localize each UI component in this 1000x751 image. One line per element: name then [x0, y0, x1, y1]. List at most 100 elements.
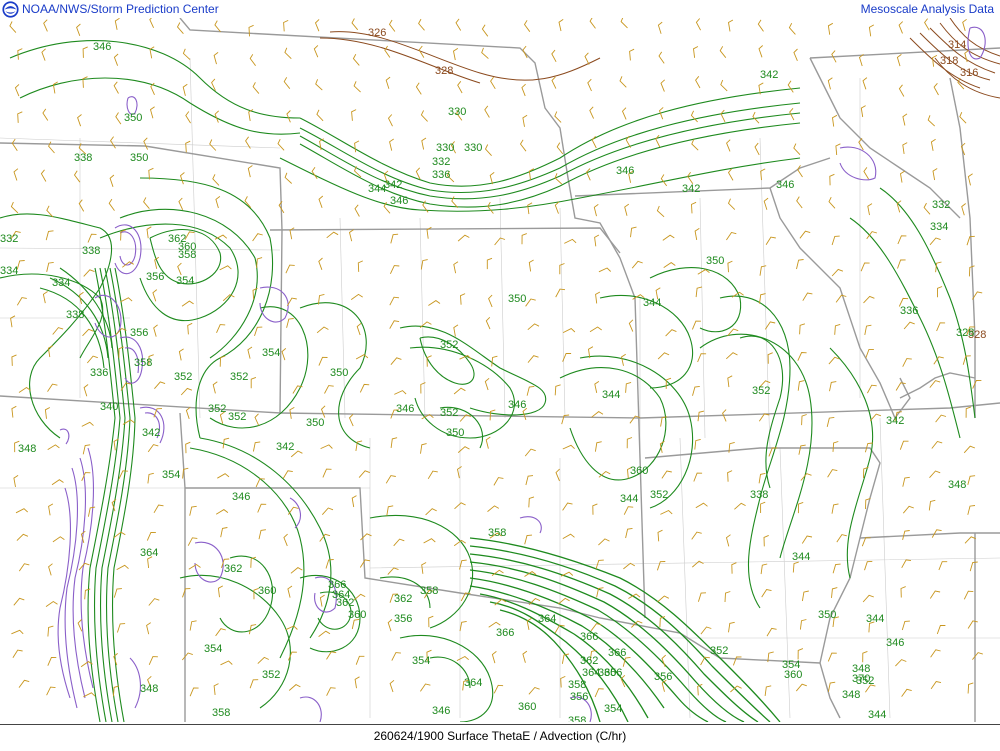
wind-barb-icon: [827, 77, 833, 90]
contour-label: 350: [446, 427, 464, 439]
wind-barb-icon: [285, 264, 295, 274]
wind-barb-icon: [589, 326, 602, 333]
wind-barb-icon: [284, 172, 293, 184]
wind-barb-icon: [421, 562, 427, 574]
wind-barb-icon: [389, 679, 395, 693]
wind-barb-icon: [700, 626, 712, 635]
wind-barb-icon: [350, 293, 363, 300]
wind-barb-icon: [286, 318, 294, 328]
wind-barb-icon: [902, 358, 912, 367]
map-canvas: 326 328 314 316 318 328 346 350 338 350 330 330 330 3…: [0, 18, 1000, 722]
wind-barb-icon: [767, 352, 773, 364]
wind-barb-icon: [924, 18, 930, 31]
wind-barb-icon: [862, 594, 874, 603]
wind-barb-icon: [356, 322, 362, 336]
wind-barb-icon: [829, 173, 835, 186]
wind-barb-icon: [972, 379, 982, 389]
wind-barb-icon: [18, 386, 31, 393]
wind-barb-icon: [252, 82, 260, 94]
contour-label: 354: [204, 643, 222, 655]
wind-barb-icon: [555, 288, 566, 298]
wind-barb-icon: [660, 509, 673, 515]
wind-barbs: [9, 18, 983, 698]
contour-label: 326: [368, 27, 386, 39]
wind-barb-icon: [897, 235, 907, 245]
contour-label: 364: [538, 613, 556, 625]
contour-label: 348: [140, 683, 158, 695]
wind-barb-icon: [81, 472, 91, 481]
wind-barb-icon: [222, 437, 230, 449]
wind-barb-icon: [695, 286, 703, 298]
wind-barb-icon: [481, 24, 489, 37]
wind-barb-icon: [628, 319, 634, 332]
wind-barb-icon: [861, 537, 871, 547]
wind-barb-icon: [352, 53, 360, 66]
wind-barb-icon: [82, 328, 94, 337]
contour-label: 338: [750, 489, 768, 501]
wind-barb-icon: [319, 594, 325, 607]
western-gradient-band: [39, 267, 136, 722]
wind-barb-icon: [727, 470, 733, 482]
contour-label: 352: [650, 489, 668, 501]
wind-barb-icon: [658, 51, 665, 64]
wind-barb-icon: [281, 348, 287, 361]
wind-barb-icon: [754, 142, 760, 156]
contour-label: 336: [90, 367, 108, 379]
contour-label: 346: [616, 165, 634, 177]
wind-barb-icon: [522, 45, 528, 59]
contour-label: 346: [432, 705, 450, 717]
wind-barb-icon: [657, 529, 663, 542]
wind-barb-icon: [796, 259, 804, 270]
wind-barb-icon: [390, 357, 402, 365]
wind-barb-icon: [320, 444, 333, 450]
wind-barb-icon: [929, 380, 941, 388]
wind-barb-icon: [793, 143, 801, 156]
wind-barb-icon: [827, 22, 834, 35]
contour-label: 352: [752, 385, 770, 397]
wind-barb-icon: [801, 535, 813, 544]
wind-barb-icon: [115, 112, 122, 125]
wind-barb-icon: [321, 507, 334, 516]
wind-barb-icon: [247, 346, 253, 359]
wind-barb-icon: [562, 444, 575, 450]
wind-barb-icon: [455, 18, 462, 31]
wind-barb-icon: [938, 561, 948, 571]
wind-barb-icon: [484, 377, 490, 391]
wind-barb-icon: [425, 508, 437, 516]
wind-barb-icon: [831, 503, 839, 514]
contour-label: 334: [930, 221, 948, 233]
wind-barb-icon: [453, 261, 459, 274]
contour-label: 358: [488, 527, 506, 539]
wind-barb-icon: [564, 238, 577, 244]
wind-barb-icon: [46, 686, 56, 696]
wind-barb-icon: [591, 411, 604, 418]
contour-label: 360: [258, 585, 276, 597]
wind-barb-icon: [720, 109, 726, 123]
contour-label: 352: [440, 407, 458, 419]
wind-barb-icon: [864, 324, 872, 335]
wind-barb-icon: [901, 620, 910, 631]
wind-barb-icon: [179, 172, 185, 185]
wind-barb-icon: [217, 473, 230, 479]
wind-barb-icon: [47, 345, 53, 358]
wind-barb-icon: [52, 327, 64, 335]
contour-label: 332: [932, 199, 950, 211]
wind-barb-icon: [47, 656, 57, 666]
wind-barb-icon: [691, 531, 702, 540]
wind-barb-icon: [554, 201, 560, 214]
contour-label: 328: [435, 65, 453, 77]
wind-barb-icon: [355, 655, 365, 665]
wind-barb-icon: [485, 436, 491, 449]
wind-barb-icon: [662, 234, 675, 241]
wind-barb-icon: [110, 136, 116, 149]
wind-barb-icon: [11, 629, 24, 635]
wind-barb-icon: [758, 413, 770, 422]
wind-barb-icon: [799, 323, 806, 335]
wind-barb-icon: [796, 196, 803, 209]
contour-label: 346: [508, 399, 526, 411]
wind-barb-icon: [149, 46, 155, 59]
wind-barb-icon: [13, 475, 19, 487]
wind-barb-icon: [522, 114, 528, 127]
wind-barb-icon: [967, 475, 976, 486]
wind-barb-icon: [83, 384, 89, 397]
